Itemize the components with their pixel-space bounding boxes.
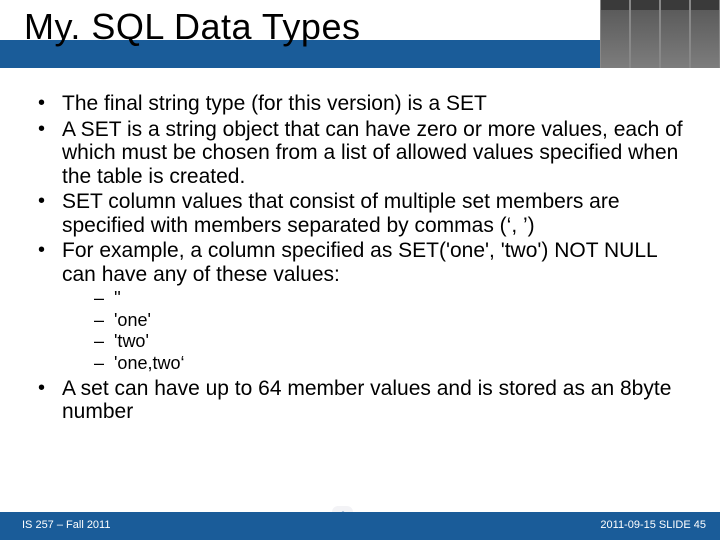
decorative-arch-photo: [600, 0, 720, 68]
bullet-item: A SET is a string object that can have z…: [34, 118, 694, 189]
bullet-item: A set can have up to 64 member values an…: [34, 377, 694, 424]
bullet-text: The final string type (for this version)…: [62, 92, 487, 115]
sub-item: 'one,two‘: [62, 353, 694, 375]
slide-body: The final string type (for this version)…: [34, 92, 694, 426]
sub-item: 'one': [62, 310, 694, 332]
sub-text: 'one': [114, 310, 151, 330]
bullet-list: The final string type (for this version)…: [34, 92, 694, 424]
sub-item: 'two': [62, 331, 694, 353]
bullet-text: SET column values that consist of multip…: [62, 190, 620, 237]
sub-text: '': [114, 288, 121, 308]
bullet-item: For example, a column specified as SET('…: [34, 239, 694, 374]
sub-text: 'one,two‘: [114, 353, 184, 373]
bullet-text: A SET is a string object that can have z…: [62, 118, 683, 188]
title-bar: My. SQL Data Types: [0, 0, 720, 72]
slide: My. SQL Data Types The final string type…: [0, 0, 720, 540]
sub-text: 'two': [114, 331, 149, 351]
footer-bar: IS 257 – Fall 2011 2011-09-15 SLIDE 45: [0, 512, 720, 540]
sub-list: '' 'one' 'two' 'one,two‘: [62, 288, 694, 374]
sub-item: '': [62, 288, 694, 310]
footer-course: IS 257 – Fall 2011: [22, 519, 110, 531]
bullet-text: For example, a column specified as SET('…: [62, 239, 657, 286]
footer-date-slide: 2011-09-15 SLIDE 45: [600, 519, 706, 531]
slide-title: My. SQL Data Types: [24, 6, 360, 48]
bullet-item: SET column values that consist of multip…: [34, 190, 694, 237]
bullet-item: The final string type (for this version)…: [34, 92, 694, 116]
bullet-text: A set can have up to 64 member values an…: [62, 377, 671, 424]
